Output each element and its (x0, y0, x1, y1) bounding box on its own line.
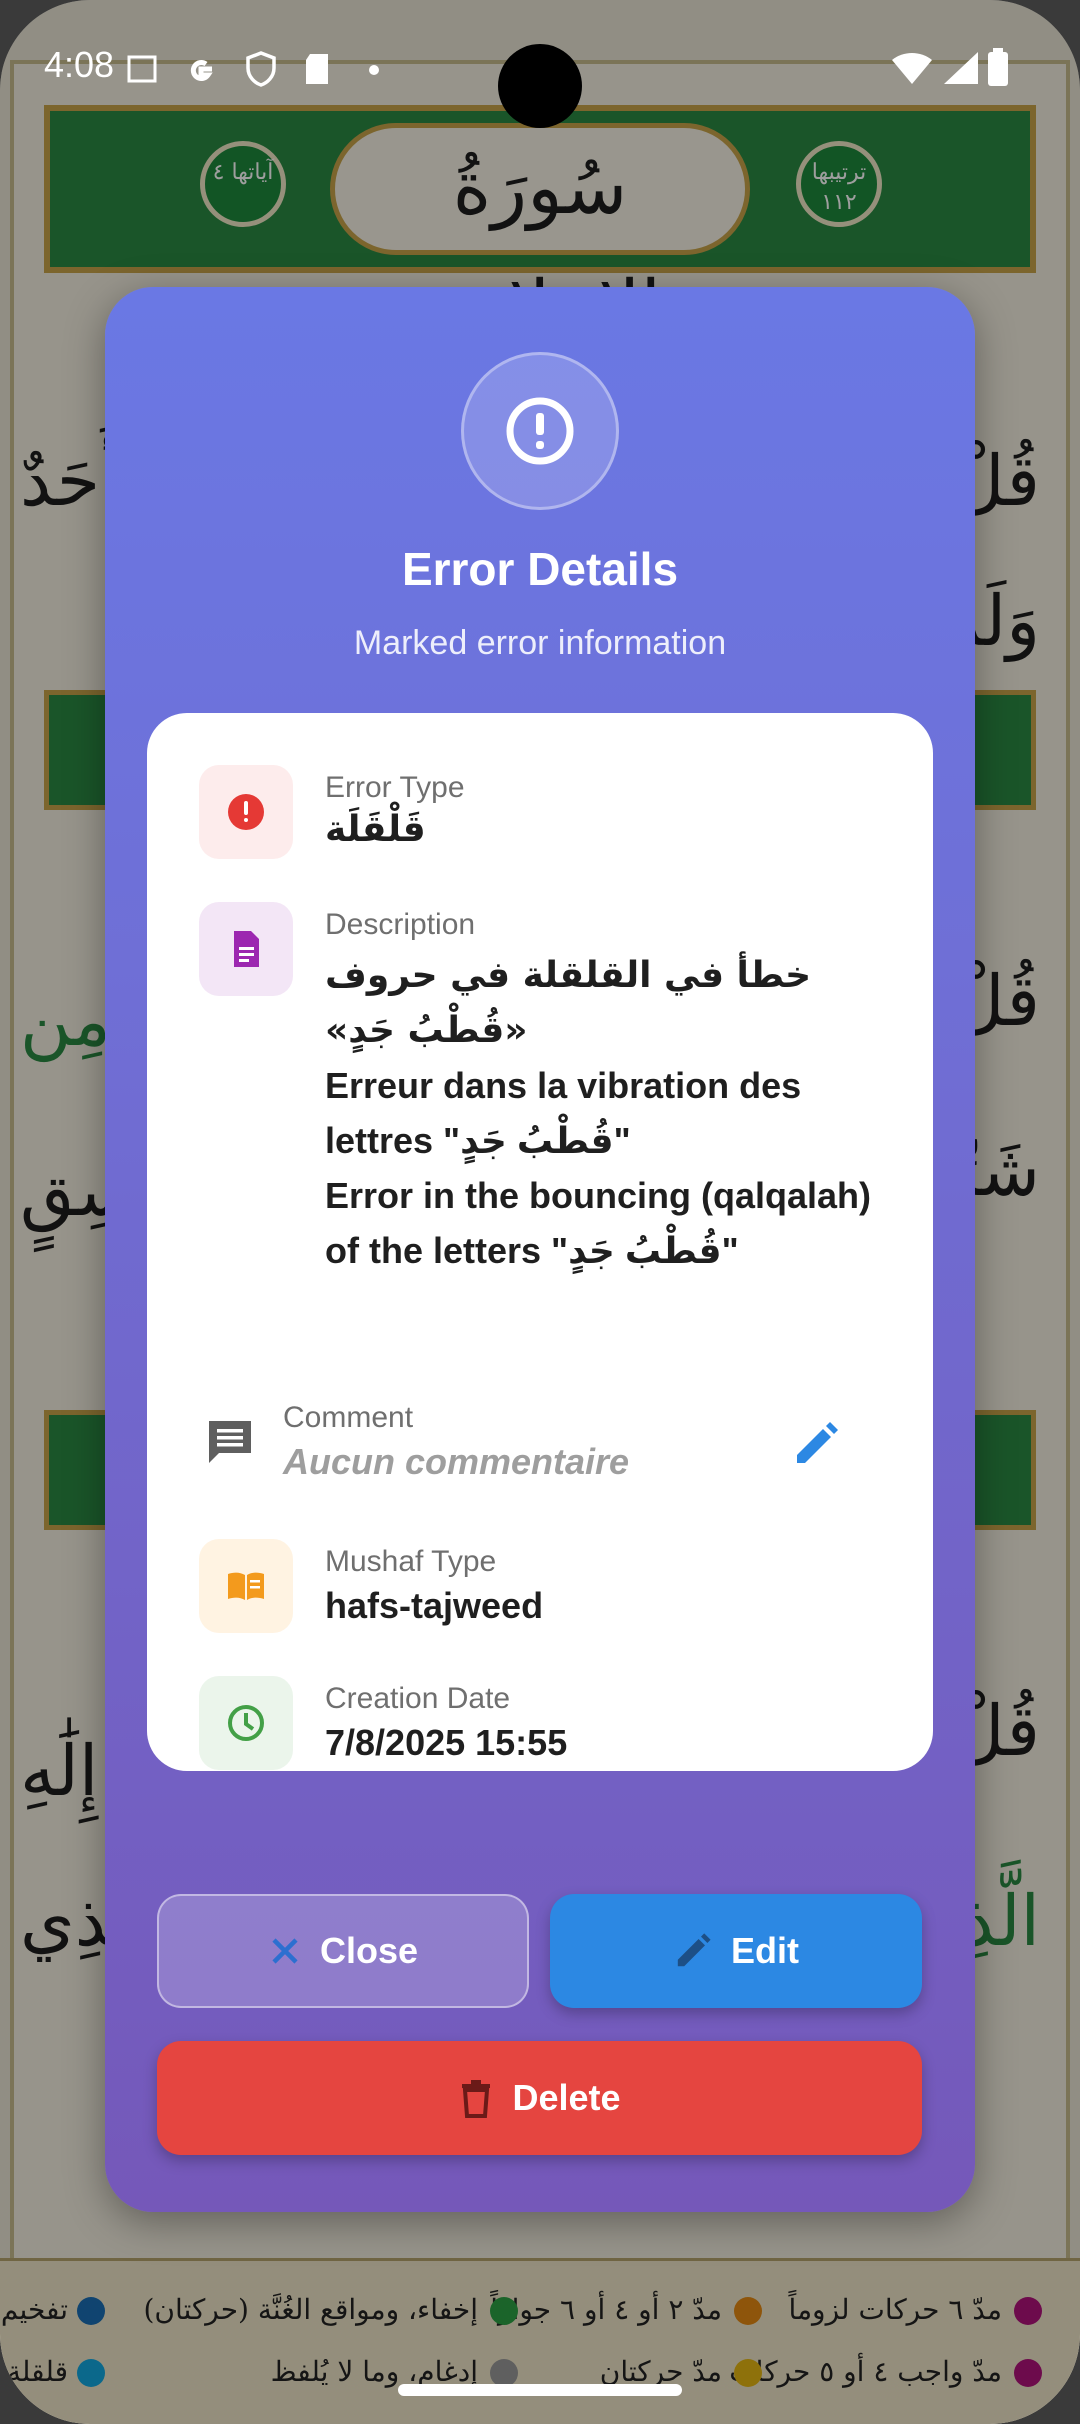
home-indicator[interactable] (398, 2384, 682, 2396)
sd-card-icon (306, 54, 328, 84)
creation-date-label: Creation Date (325, 1682, 511, 1715)
description-english: Error in the bouncing (qalqalah) of the … (325, 1175, 872, 1271)
mushaf-type-value: hafs-tajweed (325, 1585, 544, 1626)
pencil-icon (677, 1933, 711, 1967)
screenshot-icon (127, 55, 157, 83)
mushaf-type-label: Mushaf Type (325, 1545, 497, 1578)
comment-value: Aucun commentaire (283, 1441, 630, 1482)
front-camera (498, 44, 582, 128)
details-card: Error Type قَلْقَلَة Description خطأ في … (147, 713, 933, 1771)
close-button-label: Close (319, 1930, 419, 1971)
creation-date-value: 7/8/2025 15:55 (325, 1722, 568, 1763)
trash-icon (462, 2080, 491, 2118)
error-type-label: Error Type (325, 771, 465, 804)
close-button[interactable]: Close (157, 1894, 529, 2008)
description-french: Erreur dans la vibration des lettres "قُ… (325, 1065, 802, 1161)
pencil-icon[interactable] (791, 1419, 841, 1469)
edit-button-label: Edit (731, 1930, 799, 1971)
google-icon (190, 60, 213, 81)
delete-button[interactable]: Delete (157, 2041, 922, 2155)
edit-button[interactable]: Edit (550, 1894, 922, 2008)
delete-button-label: Delete (512, 2077, 621, 2118)
dialog-title: Error Details (401, 543, 679, 595)
book-icon (199, 1539, 293, 1633)
clock-icon (199, 1676, 293, 1770)
error-details-dialog: Error Details Marked error information E… (105, 287, 975, 2212)
wifi-icon (892, 52, 932, 84)
close-icon (272, 1938, 298, 1964)
document-icon (199, 902, 293, 996)
notification-dot-icon (369, 65, 379, 75)
description-label: Description (325, 908, 476, 941)
device-screen: آياتها ٤ سُورَةُ الإِخلاص ترتيبها ١١٢ قُ… (0, 0, 1080, 2424)
error-icon (199, 765, 293, 859)
dialog-subtitle: Marked error information (353, 624, 727, 662)
error-type-value: قَلْقَلَة (325, 809, 426, 850)
battery-icon (988, 48, 1008, 86)
description-arabic: خطأ في القلقلة في حروف «قُطْبُ جَدٍ» (325, 955, 812, 1051)
cellular-signal-icon (944, 52, 978, 84)
comment-label: Comment (283, 1401, 414, 1434)
description-value: خطأ في القلقلة في حروف «قُطْبُ جَدٍ» Err… (325, 948, 885, 1278)
status-time: 4:08 (44, 44, 115, 85)
comment-icon (209, 1421, 251, 1463)
shield-icon (246, 51, 276, 87)
alert-circle-icon (461, 352, 619, 510)
